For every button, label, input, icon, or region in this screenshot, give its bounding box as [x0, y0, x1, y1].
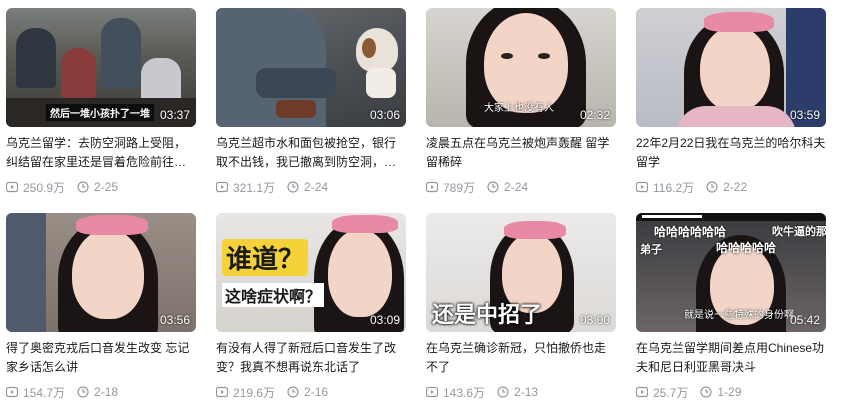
subtitle-caption: 大家上也没有人: [484, 103, 554, 114]
publish-date: 2-22: [723, 180, 748, 194]
view-count: 25.7万: [653, 385, 689, 400]
view-count: 116.2万: [653, 180, 695, 195]
video-card[interactable]: 03:56 得了奥密克戎后口音发生改变 忘记家乡话怎么讲 154.7万 2-18: [6, 213, 196, 406]
video-thumbnail[interactable]: 03:06: [216, 8, 406, 127]
video-title[interactable]: 乌克兰超市水和面包被抢空，银行取不出钱，我已撤离到防空洞，目前安全: [216, 134, 406, 172]
date-icon: [706, 181, 718, 193]
video-thumbnail[interactable]: 哈哈哈哈哈哈 吹牛逼的那 弟子 哈哈哈哈哈 就是说一些特殊的身份啊 05:42: [636, 213, 826, 332]
video-thumbnail[interactable]: 谁道？ 这啥症状啊？ 03:09: [216, 213, 406, 332]
date-icon: [287, 181, 299, 193]
video-title[interactable]: 在乌克兰留学期间差点用Chinese功夫和尼日利亚黑哥决斗: [636, 339, 826, 377]
hair-bow-graphic: [504, 221, 566, 239]
date-icon: [77, 181, 89, 193]
publish-date: 2-25: [94, 180, 119, 194]
date-icon: [287, 386, 299, 398]
video-thumbnail[interactable]: 大家上也没有人 02:32: [426, 8, 616, 127]
video-card[interactable]: 03:59 22年2月22日我在乌克兰的哈尔科夫留学 116.2万 2-22: [636, 8, 826, 201]
video-card[interactable]: 谁道？ 这啥症状啊？ 03:09 有没有人得了新冠后口音发生了改变？我真不想再说…: [216, 213, 406, 406]
play-count-icon: [6, 181, 18, 193]
video-meta: 789万 2-24: [426, 179, 616, 195]
video-card[interactable]: 03:06 乌克兰超市水和面包被抢空，银行取不出钱，我已撤离到防空洞，目前安全 …: [216, 8, 406, 201]
publish-date: 2-24: [304, 180, 329, 194]
subtitle-caption: 就是说一些特殊的身份啊: [684, 310, 794, 321]
video-thumbnail[interactable]: 然后一堆小孩扑了一堆 03:37: [6, 8, 196, 127]
video-grid: 然后一堆小孩扑了一堆 03:37 乌克兰留学：去防空洞路上受阻，纠结留在家里还是…: [6, 8, 842, 406]
duration-label: 02:32: [579, 108, 610, 122]
date-icon: [497, 386, 509, 398]
video-meta: 250.9万 2-25: [6, 179, 196, 195]
video-card[interactable]: 大家上也没有人 02:32 凌晨五点在乌克兰被炮声轰醒 留学留稀碎 789万 2…: [426, 8, 616, 201]
video-title[interactable]: 乌克兰留学：去防空洞路上受阻，纠结留在家里还是冒着危险前往防空洞: [6, 134, 196, 172]
video-meta: 219.6万 2-16: [216, 384, 406, 400]
thumbnail-headline: 还是中招了: [432, 303, 543, 328]
video-title[interactable]: 凌晨五点在乌克兰被炮声轰醒 留学留稀碎: [426, 134, 616, 172]
video-meta: 154.7万 2-18: [6, 384, 196, 400]
thumbnail-subheadline: 这啥症状啊？: [222, 283, 325, 307]
date-icon: [77, 386, 89, 398]
video-meta: 116.2万 2-22: [636, 179, 826, 195]
video-title[interactable]: 22年2月22日我在乌克兰的哈尔科夫留学: [636, 134, 826, 172]
subtitle-caption: 然后一堆小孩扑了一堆: [46, 104, 154, 121]
overlay-text-top-right: 吹牛逼的那: [772, 225, 826, 238]
date-icon: [700, 386, 712, 398]
play-count-icon: [636, 181, 648, 193]
hair-bow-graphic: [76, 215, 148, 235]
video-title[interactable]: 得了奥密克戎后口音发生改变 忘记家乡话怎么讲: [6, 339, 196, 377]
view-count: 789万: [443, 180, 476, 195]
play-count-icon: [426, 181, 438, 193]
duration-label: 03:56: [159, 313, 190, 327]
play-count-icon: [6, 386, 18, 398]
view-count: 321.1万: [233, 180, 276, 195]
video-thumbnail[interactable]: 03:56: [6, 213, 196, 332]
duration-label: 03:00: [579, 313, 610, 327]
overlay-text-sub: 弟子: [640, 243, 662, 256]
video-meta: 143.6万 2-13: [426, 384, 616, 400]
video-thumbnail[interactable]: 还是中招了 03:00: [426, 213, 616, 332]
hair-bow-graphic: [704, 12, 774, 32]
hair-bow-graphic: [332, 215, 398, 233]
play-count-icon: [216, 386, 228, 398]
publish-date: 2-24: [504, 180, 529, 194]
date-icon: [487, 181, 499, 193]
publish-date: 1-29: [717, 385, 742, 399]
video-card[interactable]: 还是中招了 03:00 在乌克兰确诊新冠，只怕撤侨也走不了 143.6万 2-1…: [426, 213, 616, 406]
publish-date: 2-13: [514, 385, 539, 399]
view-count: 219.6万: [233, 385, 276, 400]
video-card[interactable]: 然后一堆小孩扑了一堆 03:37 乌克兰留学：去防空洞路上受阻，纠结留在家里还是…: [6, 8, 196, 201]
duration-label: 05:42: [789, 313, 820, 327]
view-count: 154.7万: [23, 385, 66, 400]
duration-label: 03:09: [369, 313, 400, 327]
video-title[interactable]: 有没有人得了新冠后口音发生了改变？我真不想再说东北话了: [216, 339, 406, 377]
video-card[interactable]: 哈哈哈哈哈哈 吹牛逼的那 弟子 哈哈哈哈哈 就是说一些特殊的身份啊 05:42 …: [636, 213, 826, 406]
view-count: 250.9万: [23, 180, 66, 195]
overlay-text-top-left: 哈哈哈哈哈哈: [654, 225, 727, 239]
publish-date: 2-16: [304, 385, 329, 399]
view-count: 143.6万: [443, 385, 486, 400]
play-count-icon: [636, 386, 648, 398]
play-count-icon: [426, 386, 438, 398]
overlay-text-mid: 哈哈哈哈哈: [716, 241, 777, 255]
video-title[interactable]: 在乌克兰确诊新冠，只怕撤侨也走不了: [426, 339, 616, 377]
video-meta: 25.7万 1-29: [636, 384, 826, 400]
video-meta: 321.1万 2-24: [216, 179, 406, 195]
play-count-icon: [216, 181, 228, 193]
thumbnail-headline: 谁道？: [222, 239, 309, 276]
duration-label: 03:59: [789, 108, 820, 122]
duration-label: 03:37: [159, 108, 190, 122]
publish-date: 2-18: [94, 385, 119, 399]
duration-label: 03:06: [369, 108, 400, 122]
video-thumbnail[interactable]: 03:59: [636, 8, 826, 127]
